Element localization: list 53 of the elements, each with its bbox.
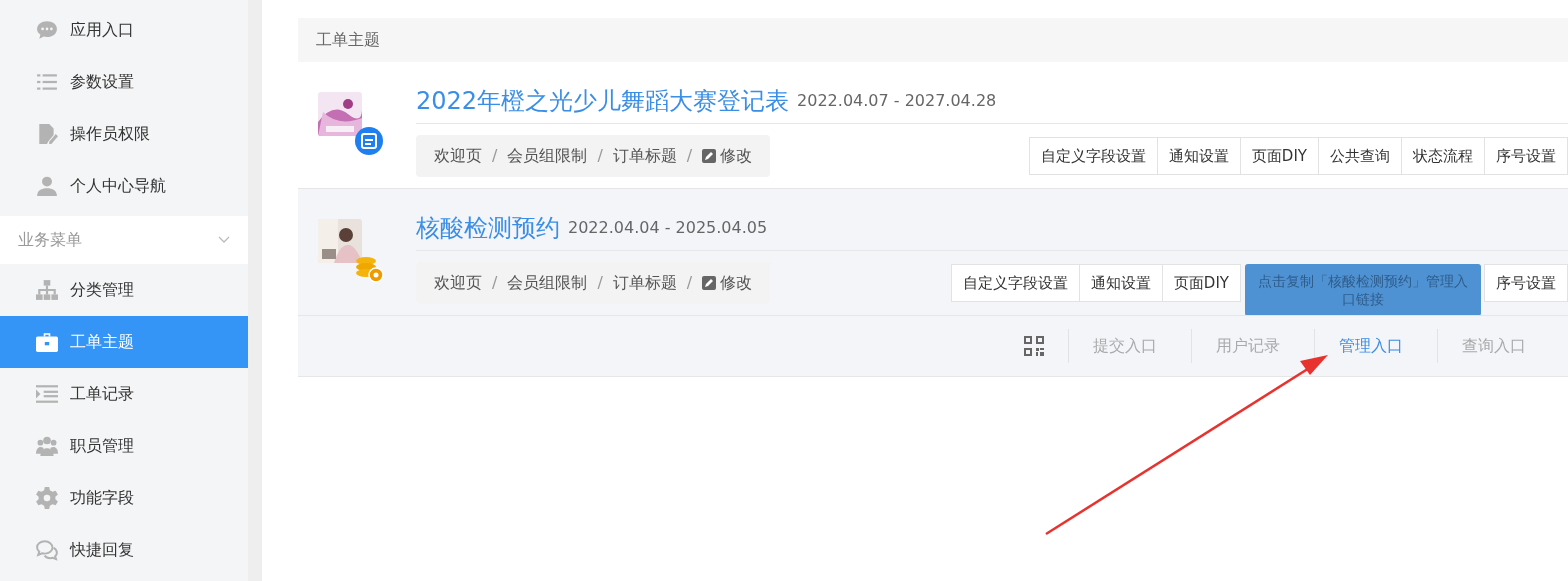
- settings-button[interactable]: 公共查询: [1318, 137, 1402, 175]
- form-badge-icon: [354, 126, 384, 156]
- sidebar-item[interactable]: 功能字段: [0, 472, 248, 524]
- chat-bubble-icon: [36, 19, 58, 41]
- sidebar-item[interactable]: 分类管理: [0, 264, 248, 316]
- chat-bubbles-icon: [36, 539, 58, 561]
- group-icon: [36, 435, 58, 457]
- qr-code-icon[interactable]: [1024, 336, 1044, 356]
- settings-button[interactable]: 通知设置: [1078, 264, 1163, 302]
- breadcrumb-item[interactable]: 订单标题: [612, 271, 677, 295]
- breadcrumb-item[interactable]: 会员组限制: [507, 144, 588, 168]
- breadcrumb-separator: /: [686, 145, 693, 167]
- settings-button[interactable]: 页面DIY: [1239, 137, 1319, 175]
- settings-button[interactable]: 状态流程: [1401, 137, 1485, 175]
- breadcrumb-item[interactable]: 订单标题: [612, 144, 677, 168]
- settings-button[interactable]: 通知设置: [1156, 137, 1241, 175]
- breadcrumb-item[interactable]: 欢迎页: [434, 271, 482, 295]
- list-icon: [36, 71, 58, 93]
- edit-icon: [702, 149, 717, 163]
- breadcrumb-item[interactable]: 欢迎页: [434, 144, 482, 168]
- settings-button[interactable]: 自定义字段设置: [1028, 137, 1158, 175]
- settings-button[interactable]: 序号设置: [1484, 264, 1568, 302]
- chevron-icon: [218, 236, 230, 244]
- document-edit-icon: [36, 123, 58, 145]
- tooltip: 点击复制「核酸检测预约」管理入口链接: [1245, 264, 1481, 315]
- date-range: 2022.04.04 - 2025.04.05: [568, 217, 768, 239]
- breadcrumb-item[interactable]: 会员组限制: [507, 271, 588, 295]
- hierarchy-icon: [36, 279, 58, 301]
- sidebar-item[interactable]: 工单记录: [0, 368, 248, 420]
- section-label: 业务菜单: [18, 229, 82, 251]
- settings-button[interactable]: 序号设置: [1484, 137, 1568, 175]
- breadcrumb-separator: /: [597, 145, 603, 167]
- settings-button[interactable]: 自定义字段设置: [950, 264, 1080, 302]
- sidebar-item[interactable]: 快捷回复: [0, 524, 248, 576]
- sidebar-item[interactable]: 职员管理: [0, 420, 248, 472]
- panel-header: 工单主题: [298, 18, 1568, 62]
- edit-link[interactable]: 修改: [702, 144, 753, 168]
- sidebar-item[interactable]: 操作员权限: [0, 108, 248, 160]
- settings-button[interactable]: 页面DIY: [1161, 264, 1241, 302]
- breadcrumb-separator: /: [492, 272, 498, 294]
- indent-icon: [36, 383, 58, 405]
- edit-link[interactable]: 修改: [702, 271, 753, 295]
- edit-icon: [702, 276, 717, 290]
- breadcrumb-separator: /: [686, 272, 693, 294]
- sidebar-item[interactable]: 应用入口: [0, 4, 248, 56]
- user-icon: [36, 175, 58, 197]
- date-range: 2022.04.07 - 2027.04.28: [797, 90, 997, 112]
- sidebar-item[interactable]: 个人中心导航: [0, 160, 248, 212]
- sidebar-item[interactable]: 参数设置: [0, 56, 248, 108]
- breadcrumb-separator: /: [492, 145, 498, 167]
- briefcase-icon: [36, 331, 58, 353]
- settings-icon: [36, 487, 58, 509]
- breadcrumb-separator: /: [597, 272, 603, 294]
